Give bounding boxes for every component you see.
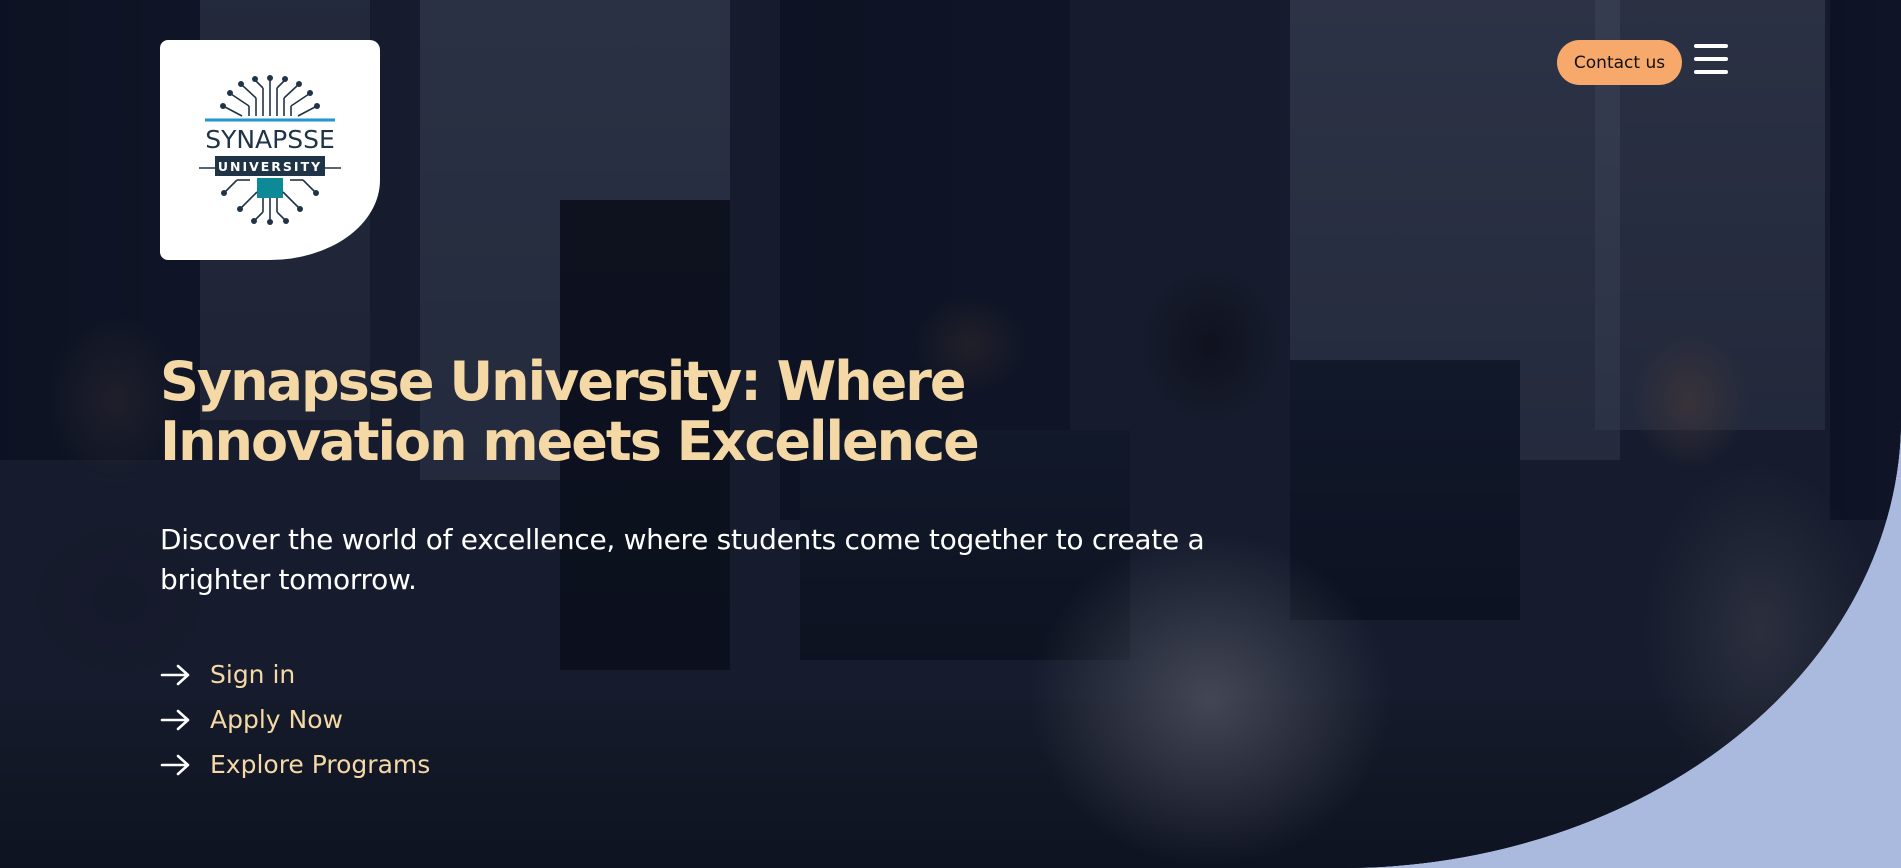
logo-name-line1: SYNAPSSE (205, 125, 335, 154)
hero-section: SYNAPSSE UNIVERSITY Contact us Synapsse … (0, 0, 1901, 868)
logo-link[interactable]: SYNAPSSE UNIVERSITY (160, 40, 380, 260)
sign-in-link[interactable]: Sign in (160, 652, 430, 697)
arrow-right-icon (160, 664, 190, 685)
explore-programs-link[interactable]: Explore Programs (160, 742, 430, 787)
arrow-right-icon (160, 709, 190, 730)
chip-icon (257, 178, 283, 198)
contact-us-button[interactable]: Contact us (1557, 40, 1682, 85)
synapsse-university-logo: SYNAPSSE UNIVERSITY (199, 75, 341, 225)
hero-subtitle: Discover the world of excellence, where … (160, 523, 1205, 596)
hero-headline-line1: Synapsse University: Where (160, 350, 967, 413)
sign-in-label: Sign in (210, 660, 296, 689)
explore-programs-label: Explore Programs (210, 750, 431, 779)
apply-now-label: Apply Now (210, 705, 343, 734)
hero-action-links: Sign in Apply Now Explore Programs (160, 652, 430, 787)
logo-name-line2: UNIVERSITY (218, 159, 322, 174)
hero-headline-line2: Innovation meets Excellence (160, 410, 980, 473)
hamburger-menu-icon[interactable] (1694, 44, 1728, 74)
arrow-right-icon (160, 754, 190, 775)
hero-headline: Synapsse University: Where Innovation me… (160, 352, 1060, 472)
apply-now-link[interactable]: Apply Now (160, 697, 430, 742)
